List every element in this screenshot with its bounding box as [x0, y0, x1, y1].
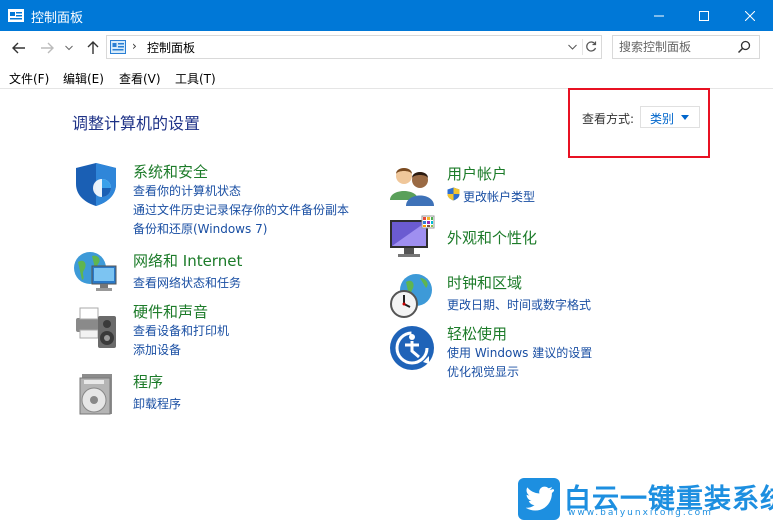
category-clock-region[interactable]: 时钟和区域 — [447, 272, 522, 293]
chevron-down-icon — [567, 44, 577, 50]
menu-edit[interactable]: 编辑(E) — [63, 70, 104, 87]
category-user-accounts[interactable]: 用户帐户 — [447, 163, 507, 184]
users-icon[interactable] — [388, 160, 436, 208]
chevron-down-icon — [65, 45, 73, 51]
minimize-icon — [654, 15, 664, 16]
link-change-date-time-format[interactable]: 更改日期、时间或数字格式 — [447, 296, 591, 313]
close-button[interactable] — [727, 0, 773, 31]
view-by-label: 查看方式: — [582, 112, 635, 126]
category-network-internet[interactable]: 网络和 Internet — [133, 250, 242, 271]
monitor-palette-icon[interactable] — [388, 214, 436, 262]
back-arrow-icon — [12, 42, 25, 54]
ease-of-access-icon[interactable] — [388, 324, 436, 372]
category-hardware-sound[interactable]: 硬件和声音 — [133, 301, 208, 322]
control-panel-icon — [8, 9, 24, 22]
link-add-device[interactable]: 添加设备 — [133, 341, 181, 358]
link-devices-printers[interactable]: 查看设备和打印机 — [133, 322, 229, 339]
refresh-button[interactable] — [582, 39, 598, 55]
forward-button[interactable] — [38, 39, 56, 57]
page-title: 调整计算机的设置 — [72, 114, 201, 133]
up-button[interactable] — [84, 39, 102, 57]
up-arrow-icon — [87, 41, 99, 54]
category-ease-of-access[interactable]: 轻松使用 — [447, 323, 507, 344]
forward-arrow-icon — [41, 42, 54, 54]
watermark-url: www.baiyunxitong.com — [568, 508, 713, 518]
search-input[interactable] — [619, 39, 734, 55]
twitter-bird-icon — [525, 486, 554, 511]
link-uninstall-program[interactable]: 卸载程序 — [133, 395, 181, 412]
search-icon[interactable] — [737, 40, 751, 54]
link-network-status[interactable]: 查看网络状态和任务 — [133, 274, 241, 291]
category-appearance-personalization[interactable]: 外观和个性化 — [447, 227, 537, 248]
link-file-history-backup[interactable]: 通过文件历史记录保存你的文件备份副本 — [133, 201, 349, 218]
category-system-security[interactable]: 系统和安全 — [133, 161, 208, 182]
maximize-button[interactable] — [681, 0, 727, 31]
title-bar: 控制面板 — [0, 0, 773, 31]
clock-globe-icon[interactable] — [388, 272, 436, 320]
menu-view[interactable]: 查看(V) — [119, 70, 161, 87]
network-globe-icon[interactable] — [72, 248, 120, 296]
control-panel-icon — [110, 40, 126, 54]
link-windows-recommended-settings[interactable]: 使用 Windows 建议的设置 — [447, 344, 592, 361]
recent-locations-button[interactable] — [63, 39, 75, 57]
view-by-dropdown[interactable]: 类别 — [640, 106, 700, 128]
category-programs[interactable]: 程序 — [133, 371, 163, 392]
back-button[interactable] — [10, 39, 28, 57]
link-view-computer-status[interactable]: 查看你的计算机状态 — [133, 182, 241, 199]
window-title: 控制面板 — [31, 11, 84, 26]
menu-file[interactable]: 文件(F) — [9, 70, 49, 87]
maximize-icon — [699, 10, 709, 21]
link-backup-restore[interactable]: 备份和还原(Windows 7) — [133, 220, 267, 237]
bird-logo-icon — [518, 478, 560, 520]
link-change-account-type[interactable]: 更改帐户类型 — [463, 188, 535, 205]
link-optimize-visual-display[interactable]: 优化视觉显示 — [447, 363, 519, 380]
dropdown-caret-icon — [681, 115, 689, 120]
minimize-button[interactable] — [636, 0, 682, 31]
breadcrumb-control-panel[interactable]: 控制面板 — [147, 39, 195, 56]
programs-disc-icon[interactable] — [72, 370, 120, 418]
uac-shield-icon — [447, 187, 460, 201]
address-field[interactable]: › 控制面板 — [106, 35, 602, 59]
shield-icon[interactable] — [72, 160, 120, 208]
search-box[interactable] — [612, 35, 760, 59]
menu-bar: 文件(F) 编辑(E) 查看(V) 工具(T) — [0, 66, 773, 89]
menu-tools[interactable]: 工具(T) — [175, 70, 216, 87]
close-icon — [745, 10, 755, 21]
watermark: 白云一键重装系统 www.baiyunxitong.com — [512, 474, 773, 522]
address-history-button[interactable] — [565, 40, 579, 54]
printer-speaker-icon[interactable] — [72, 302, 120, 350]
refresh-icon — [585, 41, 596, 52]
view-by-value: 类别 — [650, 112, 675, 126]
breadcrumb-separator: › — [132, 39, 137, 53]
